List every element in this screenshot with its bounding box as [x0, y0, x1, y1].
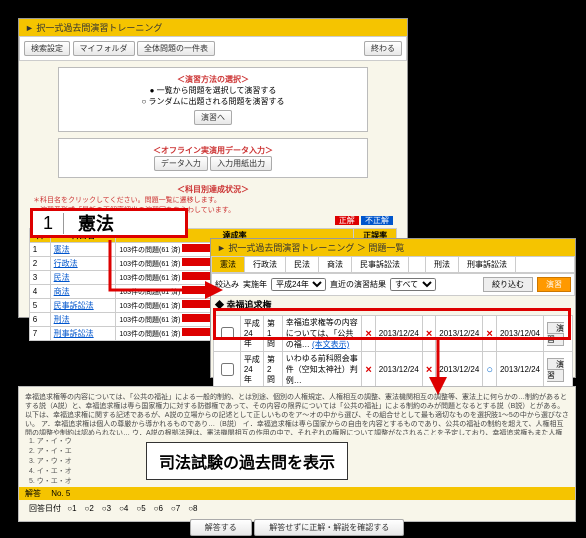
go-practice-button[interactable]: 演習へ [194, 110, 232, 125]
question-list-window: ► 択一式過去問演習トレーニング ＞ 問題一覧 憲法行政法民法商法民事訴訟法 刑法… [210, 238, 576, 378]
tab-5[interactable] [409, 257, 426, 272]
answer-radio-8[interactable]: ○8 [188, 504, 197, 513]
year-select[interactable]: 平成24年 [271, 278, 326, 291]
all-problems-button[interactable]: 全体問題の一件表 [137, 41, 215, 56]
win2-title: ► 択一式過去問演習トレーニング ＞ 問題一覧 [211, 239, 575, 256]
filter-button[interactable]: 絞り込む [483, 277, 533, 292]
subject-tabs: 憲法行政法民法商法民事訴訟法 刑法刑事訴訟法 [211, 256, 575, 273]
answer-radio-1[interactable]: ○1 [67, 504, 76, 513]
tab-0[interactable]: 憲法 [212, 257, 245, 272]
data-input-button[interactable]: データ入力 [154, 156, 208, 171]
form-output-button[interactable]: 入力用紙出力 [210, 156, 272, 171]
row-check[interactable] [221, 327, 234, 340]
answer-value: No. 5 [51, 489, 70, 498]
answer-radio-6[interactable]: ○6 [154, 504, 163, 513]
answer-radio-7[interactable]: ○7 [171, 504, 180, 513]
callout-1-text: 憲法 [64, 210, 128, 236]
legend-wrong: 不正解 [361, 216, 393, 225]
answer-label: 解答 [25, 489, 41, 498]
mode-option-2[interactable]: ○ ランダムに出題される問題を演習する [65, 96, 361, 107]
tab-6[interactable]: 刑法 [426, 257, 459, 272]
callout-1-box: 1 憲法 [30, 208, 188, 238]
myfolder-button[interactable]: マイフォルダ [73, 41, 135, 56]
tab-3[interactable]: 商法 [319, 257, 352, 272]
answer-radio-5[interactable]: ○5 [136, 504, 145, 513]
practice-mode-heading: ＜演習方法の選択＞ [65, 74, 361, 85]
show-solution-button[interactable]: 解答せずに正解・解説を確認する [254, 519, 404, 536]
question-row: 平成24年第2問 いわゆる前科照会事件（空知太神社）判例… ×2013/12/2… [213, 352, 572, 388]
question-table: 平成24年第1問 幸福追求権等の内容については、「公共の福… (本文表示) ×2… [213, 315, 573, 388]
filter-label: 絞込み [215, 279, 239, 290]
question-text: 幸福追求権等の内容については、「公共の福祉」による一般的制約、とは別途、個別の人… [19, 387, 575, 435]
mode-option-1[interactable]: ● 一覧から問題を選択して演習する [65, 85, 361, 96]
row-check[interactable] [221, 363, 234, 376]
offline-data-box: ＜オフライン実演用データ入力＞ データ入力 入力用紙出力 [58, 138, 368, 178]
answer-radio-4[interactable]: ○4 [119, 504, 128, 513]
callout-2: 司法試験の過去問を表示 [146, 442, 348, 480]
answer-radio-2[interactable]: ○2 [85, 504, 94, 513]
topic-heading: ◆ 幸福追求権 [211, 296, 575, 313]
win1-title: ► 択一式過去問演習トレーニング [19, 19, 407, 36]
submit-answer-button[interactable]: 解答する [190, 519, 252, 536]
row-practice-button[interactable]: 演習 [547, 358, 564, 382]
practice-mode-box: ＜演習方法の選択＞ ● 一覧から問題を選択して演習する ○ ランダムに出題される… [58, 67, 368, 132]
tab-7[interactable]: 刑事訴訟法 [459, 257, 516, 272]
tab-4[interactable]: 民事訴訟法 [352, 257, 409, 272]
search-settings-button[interactable]: 検索設定 [24, 41, 70, 56]
practice-button[interactable]: 演習 [537, 277, 571, 292]
answer-radio-3[interactable]: ○3 [102, 504, 111, 513]
callout-1-num: 1 [33, 213, 64, 234]
radio-row: 回答日付 ○1 ○2 ○3 ○4 ○5 ○6 ○7 ○8 [19, 500, 575, 517]
tab-1[interactable]: 行政法 [245, 257, 286, 272]
offline-heading: ＜オフライン実演用データ入力＞ [65, 145, 361, 156]
row-practice-button[interactable]: 演習 [547, 322, 564, 346]
filter-row: 絞込み 実施年 平成24年 直近の演習結果 すべて 絞り込む 演習 [211, 273, 575, 296]
exit-button[interactable]: 終わる [364, 41, 402, 56]
result-label: 直近の演習結果 [330, 279, 386, 290]
question-row: 平成24年第1問 幸福追求権等の内容については、「公共の福… (本文表示) ×2… [213, 316, 572, 352]
win1-toolbar: 検索設定 マイフォルダ 全体問題の一件表 終わる [19, 36, 407, 61]
year-label: 実施年 [243, 279, 267, 290]
status-heading: ＜科目別達成状況＞ [19, 184, 407, 195]
tab-2[interactable]: 民法 [286, 257, 319, 272]
legend-correct: 正解 [335, 216, 359, 225]
date-label: 回答日付 [29, 504, 61, 513]
result-select[interactable]: すべて [390, 278, 436, 291]
